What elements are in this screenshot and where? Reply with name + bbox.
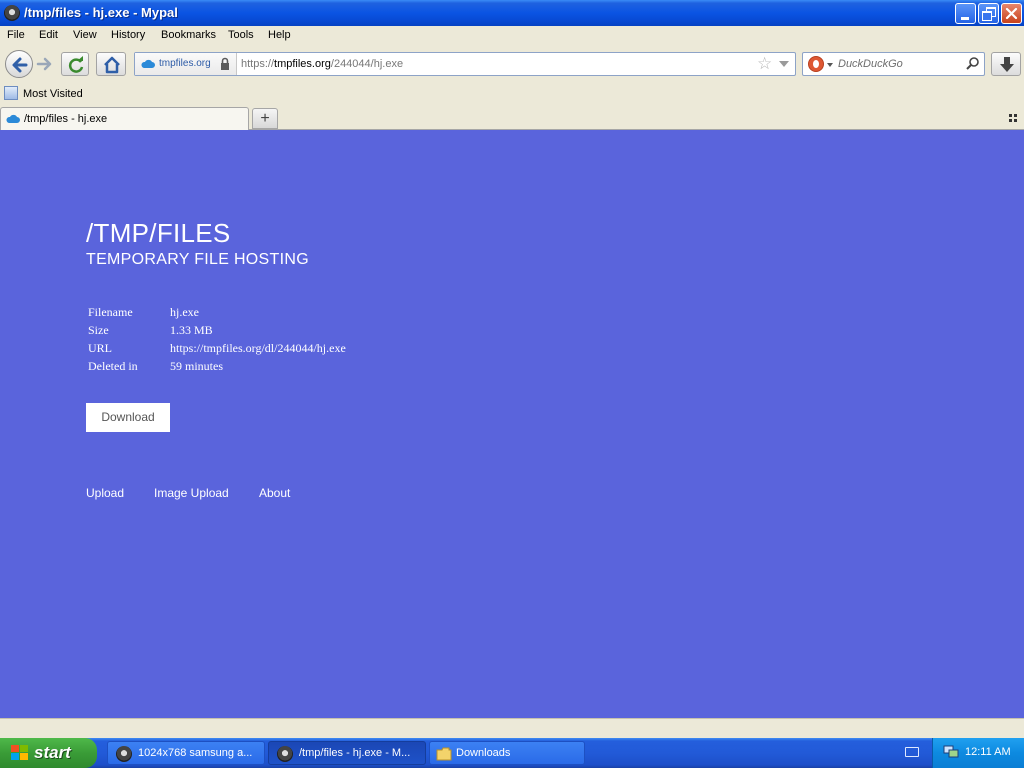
new-tab-button[interactable]: +: [252, 108, 278, 129]
url-path: /244044/hj.exe: [330, 58, 404, 70]
info-key: Filename: [88, 305, 133, 319]
taskbar-item-samsung[interactable]: 1024x768 samsung a...: [107, 741, 265, 765]
info-key: Size: [88, 323, 109, 337]
folder-icon: [436, 747, 452, 761]
minimize-button[interactable]: [955, 3, 976, 24]
menu-bookmarks[interactable]: Bookmarks: [161, 29, 216, 41]
reload-icon: [68, 56, 84, 73]
menu-history[interactable]: History: [111, 29, 145, 41]
close-button[interactable]: [1001, 3, 1022, 24]
tab-label: /tmp/files - hj.exe: [24, 113, 108, 125]
download-button[interactable]: Download: [86, 403, 170, 432]
start-label: start: [34, 743, 71, 762]
url-bar[interactable]: tmpfiles.org https://tmpfiles.org/244044…: [134, 52, 796, 76]
info-key: Deleted in: [88, 359, 138, 373]
search-icon[interactable]: [965, 56, 981, 72]
minimize-icon: [956, 4, 975, 23]
page-subtitle: TEMPORARY FILE HOSTING: [86, 251, 309, 268]
start-button[interactable]: start: [0, 738, 97, 768]
back-arrow-icon: [12, 57, 28, 73]
menu-help[interactable]: Help: [268, 29, 291, 41]
close-icon: [1005, 7, 1018, 20]
footer-link-about[interactable]: About: [259, 486, 290, 500]
downloads-button[interactable]: [991, 52, 1021, 76]
reload-button[interactable]: [61, 52, 89, 76]
mypal-task-icon: [277, 746, 293, 762]
windows-taskbar: start 1024x768 samsung a... /tmp/files -…: [0, 738, 1024, 768]
search-input[interactable]: DuckDuckGo: [838, 58, 903, 70]
restore-icon: [979, 4, 998, 23]
tab-tmpfiles[interactable]: /tmp/files - hj.exe: [0, 107, 249, 130]
menu-file[interactable]: File: [7, 29, 25, 41]
menu-bar: File Edit View History Bookmarks Tools H…: [0, 26, 1024, 46]
lock-icon: [221, 57, 229, 70]
task-label: Downloads: [456, 747, 511, 759]
menu-view[interactable]: View: [73, 29, 97, 41]
bookmarks-toolbar: Most Visited: [0, 83, 1024, 106]
home-icon: [104, 56, 120, 74]
browser-status-bar: [0, 718, 1024, 738]
mypal-app-icon: [4, 5, 20, 21]
taskbar-clock[interactable]: 12:11 AM: [965, 746, 1011, 758]
cloud-icon: [141, 59, 155, 68]
download-arrow-icon: [1000, 57, 1014, 72]
mypal-task-icon: [116, 746, 132, 762]
most-visited-icon: [4, 86, 18, 100]
menu-tools[interactable]: Tools: [228, 29, 254, 41]
windows-flag-icon: [11, 745, 29, 761]
bookmark-star-icon[interactable]: ☆: [757, 54, 772, 74]
network-icon[interactable]: [943, 745, 959, 759]
info-value-url[interactable]: https://tmpfiles.org/dl/244044/hj.exe: [170, 341, 346, 356]
back-button[interactable]: [5, 50, 33, 78]
duckduckgo-logo-icon[interactable]: [808, 56, 824, 72]
forward-button[interactable]: [34, 52, 56, 76]
taskbar-item-downloads[interactable]: Downloads: [429, 741, 585, 765]
task-label: /tmp/files - hj.exe - M...: [299, 747, 411, 759]
restore-button[interactable]: [978, 3, 999, 24]
taskbar-item-tmpfiles[interactable]: /tmp/files - hj.exe - M...: [268, 741, 426, 765]
site-identity-box[interactable]: tmpfiles.org: [135, 53, 237, 75]
page-title: /TMP/FILES: [86, 218, 231, 248]
info-key: URL: [88, 341, 112, 355]
keyboard-language-icon[interactable]: [905, 747, 919, 757]
footer-link-upload[interactable]: Upload: [86, 486, 124, 500]
tab-strip: /tmp/files - hj.exe +: [0, 106, 1024, 130]
window-title: /tmp/files - hj.exe - Mypal: [24, 5, 178, 20]
page-content: /TMP/FILES TEMPORARY FILE HOSTING Filena…: [0, 130, 1024, 718]
plus-icon: +: [260, 110, 270, 127]
info-value: 1.33 MB: [170, 323, 213, 337]
bookmark-most-visited[interactable]: Most Visited: [23, 88, 83, 100]
menu-edit[interactable]: Edit: [39, 29, 58, 41]
task-label: 1024x768 samsung a...: [138, 747, 253, 759]
search-engine-dropdown-icon[interactable]: [827, 63, 833, 67]
tab-favicon-cloud-icon: [6, 114, 20, 123]
system-tray: 12:11 AM: [932, 738, 1024, 768]
url-host: tmpfiles.org: [274, 58, 331, 70]
identity-site-label: tmpfiles.org: [159, 58, 211, 69]
url-scheme: https://: [241, 58, 275, 70]
home-button[interactable]: [96, 52, 126, 76]
url-text[interactable]: https://tmpfiles.org/244044/hj.exe: [241, 58, 403, 70]
footer-link-image-upload[interactable]: Image Upload: [154, 486, 229, 500]
list-all-tabs-icon[interactable]: [1009, 114, 1018, 122]
info-value: hj.exe: [170, 305, 199, 319]
window-title-bar[interactable]: /tmp/files - hj.exe - Mypal: [0, 0, 1024, 26]
info-value: 59 minutes: [170, 359, 223, 373]
search-bar[interactable]: DuckDuckGo: [802, 52, 985, 76]
forward-arrow-icon: [36, 57, 52, 71]
url-history-dropdown-icon[interactable]: [779, 61, 789, 67]
